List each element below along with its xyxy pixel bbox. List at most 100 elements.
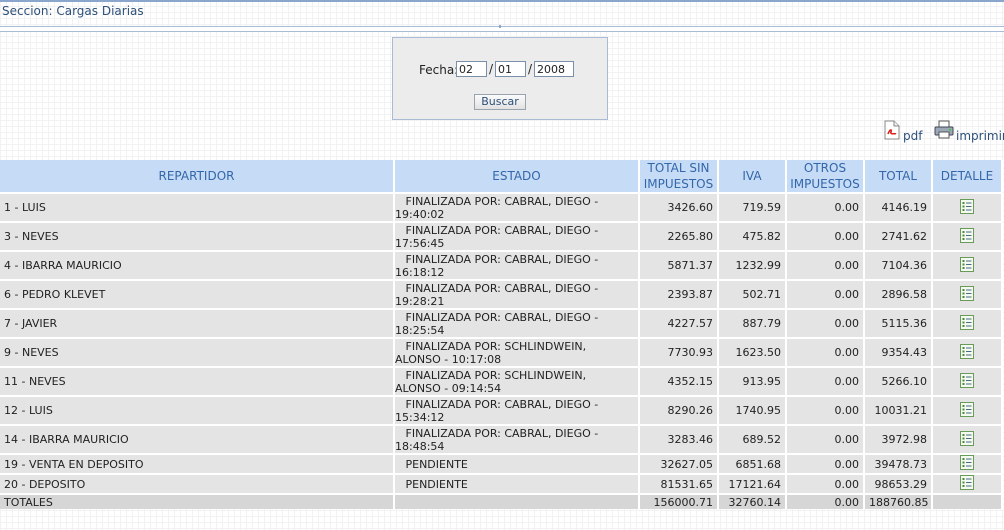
totals-total: 188760.85 xyxy=(864,493,933,509)
date-filter-panel: Fecha: / / Buscar xyxy=(392,37,608,120)
table-row: 12 - LUIS FINALIZADA POR: CABRAL, DIEGO … xyxy=(0,395,1003,425)
table-row: 7 - JAVIER FINALIZADA POR: CABRAL, DIEGO… xyxy=(0,308,1003,338)
cell-detalle xyxy=(932,453,1003,474)
table-row: 19 - VENTA EN DEPOSITO PENDIENTE 32627.05… xyxy=(0,453,1003,474)
pdf-icon xyxy=(883,120,901,143)
cell-otros-impuestos: 0.00 xyxy=(786,473,865,494)
cell-repartidor: 4 - IBARRA MAURICIO xyxy=(0,250,395,280)
cell-iva: 689.52 xyxy=(718,424,787,454)
cell-repartidor: 19 - VENTA EN DEPOSITO xyxy=(0,453,395,474)
cell-iva: 719.59 xyxy=(718,192,787,222)
section-title: Seccion: Cargas Diarias xyxy=(2,4,144,18)
print-link[interactable]: imprimir xyxy=(934,120,1004,143)
totals-row: TOTALES 156000.71 32760.14 0.00 188760.85 xyxy=(0,493,1003,509)
cell-detalle xyxy=(932,192,1003,222)
estado-text: FINALIZADA POR: SCHLINDWEIN, ALONSO - 10… xyxy=(395,339,587,366)
cell-otros-impuestos: 0.00 xyxy=(786,250,865,280)
fecha-label: Fecha: xyxy=(419,63,459,77)
cell-iva: 1623.50 xyxy=(718,337,787,367)
cell-iva: 502.71 xyxy=(718,279,787,309)
detail-list-icon[interactable] xyxy=(960,227,974,246)
table-row: 4 - IBARRA MAURICIO FINALIZADA POR: CABR… xyxy=(0,250,1003,280)
estado-text: FINALIZADA POR: CABRAL, DIEGO - 19:28:21 xyxy=(395,281,599,308)
cell-total-sin-impuestos: 2393.87 xyxy=(639,279,719,309)
estado-text: FINALIZADA POR: CABRAL, DIEGO - 15:34:12 xyxy=(395,397,599,424)
cell-otros-impuestos: 0.00 xyxy=(786,279,865,309)
detail-list-icon[interactable] xyxy=(960,372,974,391)
detail-list-icon[interactable] xyxy=(960,476,974,493)
estado-text: FINALIZADA POR: CABRAL, DIEGO - 18:25:54 xyxy=(395,310,599,337)
cell-total-sin-impuestos: 3426.60 xyxy=(639,192,719,222)
cell-estado: FINALIZADA POR: CABRAL, DIEGO - 15:34:12 xyxy=(394,395,640,425)
cell-otros-impuestos: 0.00 xyxy=(786,337,865,367)
cell-total: 10031.21 xyxy=(864,395,933,425)
month-input[interactable] xyxy=(495,61,526,77)
printer-icon xyxy=(934,120,954,143)
pdf-export-link[interactable]: pdf xyxy=(883,120,922,143)
table-body: 1 - LUIS FINALIZADA POR: CABRAL, DIEGO -… xyxy=(0,192,1003,509)
cell-otros-impuestos: 0.00 xyxy=(786,395,865,425)
cell-iva: 6851.68 xyxy=(718,453,787,474)
totals-empty xyxy=(394,493,640,509)
detail-list-icon[interactable] xyxy=(960,456,974,473)
separator-marker xyxy=(499,25,501,28)
cell-estado: FINALIZADA POR: SCHLINDWEIN, ALONSO - 10… xyxy=(394,337,640,367)
cell-estado: FINALIZADA POR: CABRAL, DIEGO - 17:56:45 xyxy=(394,221,640,251)
header-otros-impuestos[interactable]: OTROS IMPUESTOS xyxy=(786,160,865,193)
estado-text: PENDIENTE xyxy=(405,477,468,491)
totals-label: TOTALES xyxy=(0,493,395,509)
cell-detalle xyxy=(932,395,1003,425)
cell-otros-impuestos: 0.00 xyxy=(786,192,865,222)
cell-total-sin-impuestos: 4227.57 xyxy=(639,308,719,338)
cell-estado: FINALIZADA POR: CABRAL, DIEGO - 18:48:54 xyxy=(394,424,640,454)
detail-list-icon[interactable] xyxy=(960,430,974,449)
header-repartidor[interactable]: REPARTIDOR xyxy=(0,160,395,193)
cell-otros-impuestos: 0.00 xyxy=(786,308,865,338)
cell-total-sin-impuestos: 5871.37 xyxy=(639,250,719,280)
detail-list-icon[interactable] xyxy=(960,198,974,217)
header-iva[interactable]: IVA xyxy=(718,160,787,193)
detail-list-icon[interactable] xyxy=(960,401,974,420)
cell-total: 9354.43 xyxy=(864,337,933,367)
table-row: 1 - LUIS FINALIZADA POR: CABRAL, DIEGO -… xyxy=(0,192,1003,222)
cell-detalle xyxy=(932,337,1003,367)
cell-iva: 913.95 xyxy=(718,366,787,396)
cell-repartidor: 6 - PEDRO KLEVET xyxy=(0,279,395,309)
table-row: 9 - NEVES FINALIZADA POR: SCHLINDWEIN, A… xyxy=(0,337,1003,367)
estado-text: FINALIZADA POR: CABRAL, DIEGO - 16:18:12 xyxy=(395,252,599,279)
header-total-sin-impuestos[interactable]: TOTAL SIN IMPUESTOS xyxy=(639,160,719,193)
buscar-button[interactable]: Buscar xyxy=(474,94,526,110)
cargas-table: REPARTIDOR ESTADO TOTAL SIN IMPUESTOS IV… xyxy=(0,160,1003,509)
cell-total-sin-impuestos: 32627.05 xyxy=(639,453,719,474)
detail-list-icon[interactable] xyxy=(960,343,974,362)
detail-list-icon[interactable] xyxy=(960,314,974,333)
top-border xyxy=(0,0,1004,2)
cell-iva: 1232.99 xyxy=(718,250,787,280)
cell-iva: 1740.95 xyxy=(718,395,787,425)
totals-iva: 32760.14 xyxy=(718,493,787,509)
cell-total: 7104.36 xyxy=(864,250,933,280)
detail-list-icon[interactable] xyxy=(960,285,974,304)
year-input[interactable] xyxy=(534,61,574,77)
estado-text: FINALIZADA POR: CABRAL, DIEGO - 19:40:02 xyxy=(395,194,599,221)
cell-estado: FINALIZADA POR: CABRAL, DIEGO - 19:40:02 xyxy=(394,192,640,222)
day-input[interactable] xyxy=(456,61,487,77)
cell-otros-impuestos: 0.00 xyxy=(786,453,865,474)
detail-list-icon[interactable] xyxy=(960,256,974,275)
cell-repartidor: 3 - NEVES xyxy=(0,221,395,251)
estado-text: FINALIZADA POR: CABRAL, DIEGO - 17:56:45 xyxy=(395,223,599,250)
cell-detalle xyxy=(932,308,1003,338)
cell-estado: FINALIZADA POR: CABRAL, DIEGO - 19:28:21 xyxy=(394,279,640,309)
cell-repartidor: 9 - NEVES xyxy=(0,337,395,367)
header-estado[interactable]: ESTADO xyxy=(394,160,640,193)
cell-repartidor: 11 - NEVES xyxy=(0,366,395,396)
cell-total: 5266.10 xyxy=(864,366,933,396)
cell-estado: FINALIZADA POR: CABRAL, DIEGO - 16:18:12 xyxy=(394,250,640,280)
totals-otros-impuestos: 0.00 xyxy=(786,493,865,509)
cell-estado: PENDIENTE xyxy=(394,453,640,474)
cell-repartidor: 14 - IBARRA MAURICIO xyxy=(0,424,395,454)
cell-otros-impuestos: 0.00 xyxy=(786,221,865,251)
header-total[interactable]: TOTAL xyxy=(864,160,933,193)
cell-detalle xyxy=(932,221,1003,251)
cell-total-sin-impuestos: 2265.80 xyxy=(639,221,719,251)
